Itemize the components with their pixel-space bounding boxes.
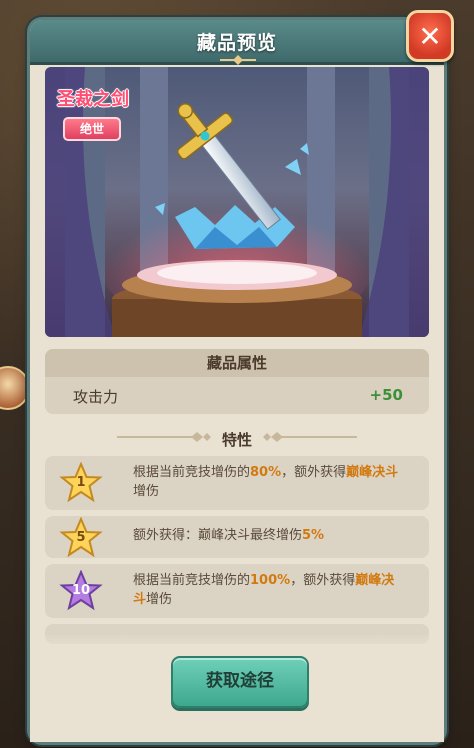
dialog-title: 藏品预览 (196, 32, 277, 54)
trait-level: 5 (76, 530, 86, 545)
star-badge-icon: 1 (59, 462, 103, 504)
trait-text: 根据当前竞技增伤的100%，额外获得巅峰决斗增伤 (133, 573, 395, 607)
obtain-method-button[interactable]: 获取途径 (171, 656, 309, 708)
traits-header: 特性 (45, 424, 429, 452)
star-badge-icon: 10 (59, 570, 103, 612)
trait-item: 5 额外获得：巅峰决斗最终增伤5% (45, 516, 429, 558)
close-icon: ✕ (418, 19, 442, 53)
attribute-name: 攻击力 (73, 388, 119, 406)
traits-title: 特性 (221, 431, 252, 449)
trait-item: 1 根据当前竞技增伤的80%，额外获得巅峰决斗增伤 (45, 456, 429, 510)
trait-item: 10 根据当前竞技增伤的100%，额外获得巅峰决斗增伤 (45, 564, 429, 618)
rarity-badge: 绝世 (63, 117, 121, 141)
trait-level: 1 (76, 475, 86, 490)
star-badge-icon: 5 (59, 517, 103, 559)
trait-text: 额外获得：巅峰决斗最终增伤5% (133, 528, 325, 543)
item-illustration: 圣裁之剑 绝世 (45, 67, 429, 337)
title-ornament-icon (220, 55, 256, 65)
attributes-header: 藏品属性 (45, 349, 429, 377)
trait-level: 10 (71, 583, 91, 598)
attribute-row: 攻击力 +50 (45, 377, 429, 414)
trait-text: 根据当前竞技增伤的80%，额外获得巅峰决斗增伤 (133, 465, 399, 499)
attribute-value: +50 (369, 386, 403, 404)
item-name: 圣裁之剑 (57, 89, 129, 110)
attributes-panel: 藏品属性 攻击力 +50 (45, 349, 429, 414)
divider-ornament-right-icon (263, 432, 357, 442)
close-button[interactable]: ✕ (406, 10, 454, 62)
